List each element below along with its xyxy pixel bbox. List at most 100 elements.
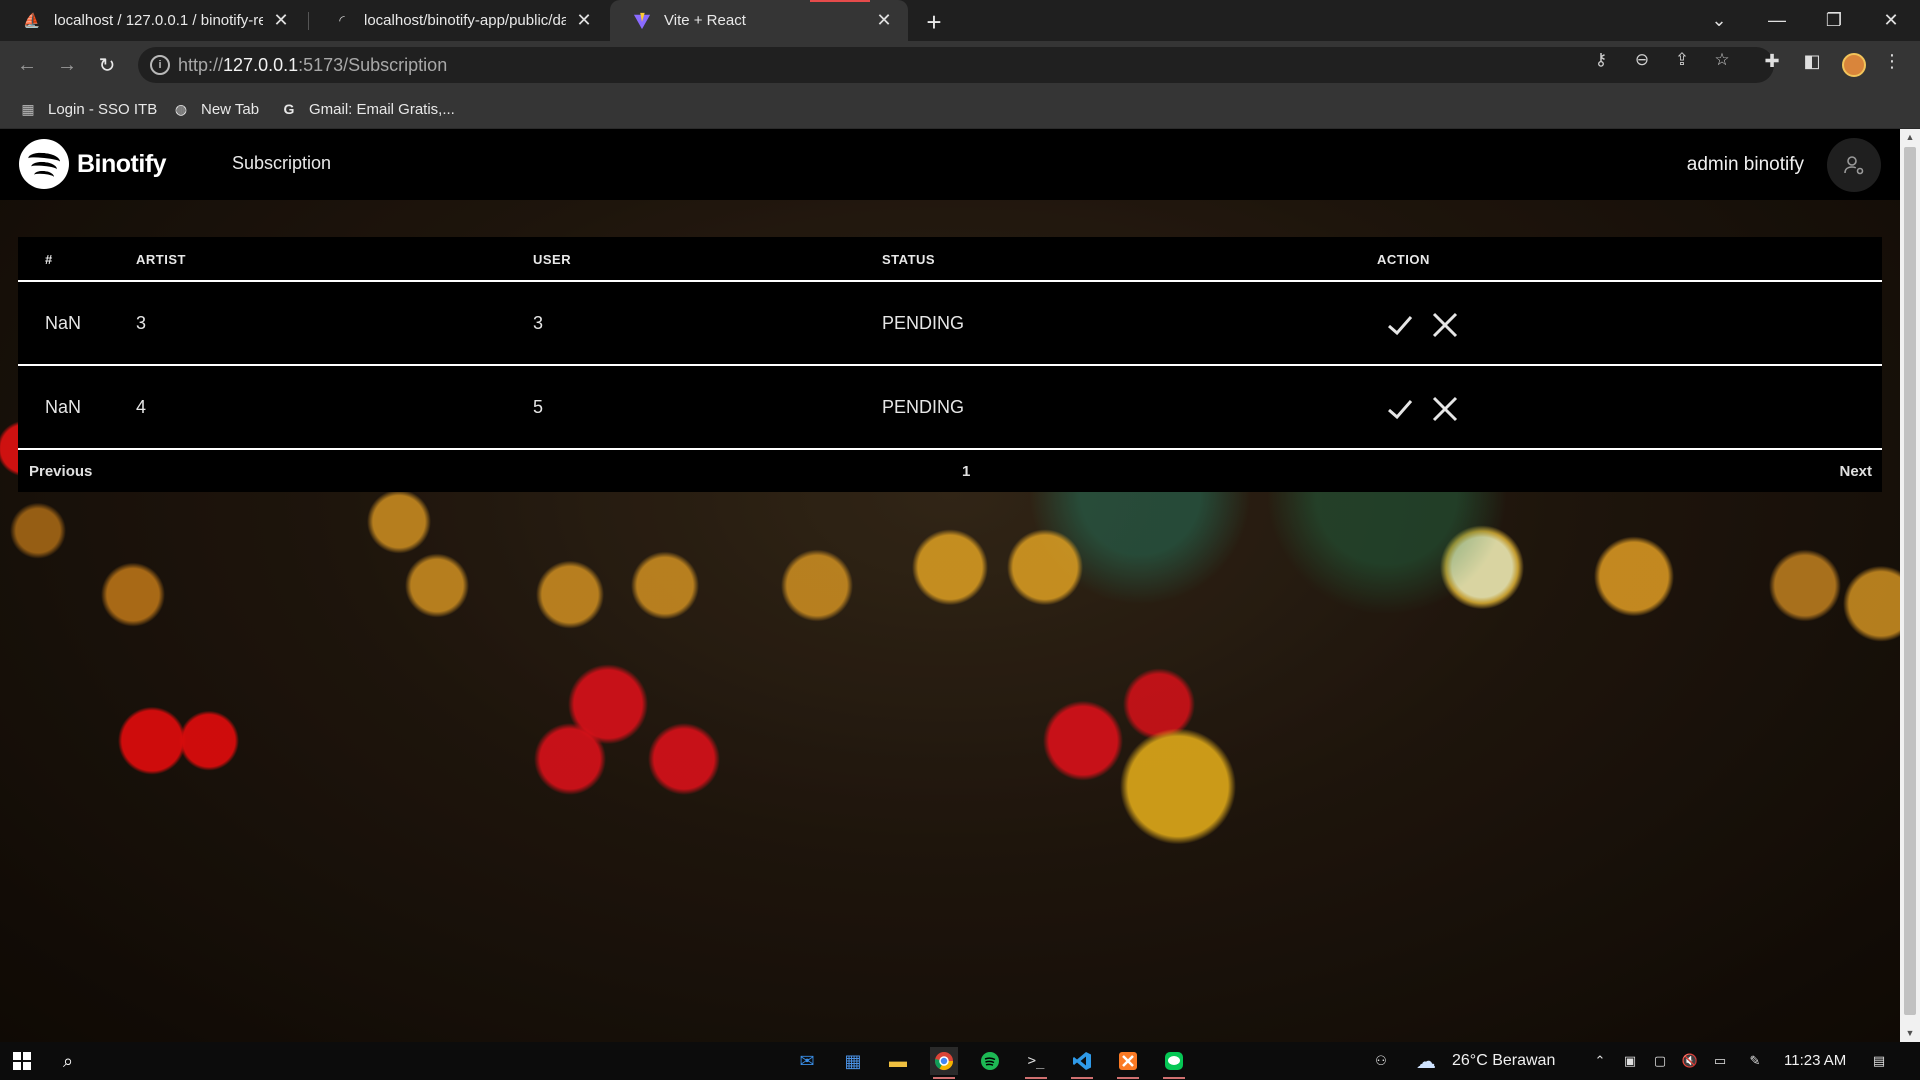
next-button[interactable]: Next [1839,463,1872,480]
reject-button[interactable] [1428,308,1462,342]
reject-button[interactable] [1428,392,1462,426]
url-path: :5173/Subscription [298,54,448,75]
table-header: # ARTIST USER STATUS ACTION [18,237,1882,282]
share-icon[interactable]: ⇪ [1671,49,1693,71]
approve-button[interactable] [1383,392,1417,426]
line-icon[interactable] [1160,1047,1188,1079]
user-avatar-button[interactable] [1827,138,1881,192]
bookmark-new-tab[interactable]: ◍ New Tab [171,97,259,121]
minimize-button[interactable]: — [1748,0,1806,41]
extensions-icon[interactable]: ✚ [1760,49,1784,73]
vite-icon [632,11,652,31]
bookmarks-bar: ▦ Login - SSO ITB ◍ New Tab G Gmail: Ema… [0,89,1920,129]
search-icon[interactable]: ⌕ [54,1047,82,1075]
weather-cloud-icon[interactable]: ☁ [1412,1047,1440,1075]
scroll-up-icon[interactable]: ▲ [1904,131,1916,143]
display-icon[interactable]: ▢ [1651,1052,1669,1070]
bookmark-gmail[interactable]: G Gmail: Email Gratis,... [279,97,455,121]
site-info-icon[interactable]: i [150,55,170,75]
running-indicator [1163,1077,1185,1079]
column-header-user: USER [533,252,572,267]
forward-button[interactable]: → [53,51,81,79]
restore-button[interactable]: ❐ [1805,0,1863,41]
volume-muted-icon[interactable]: 🔇 [1681,1052,1699,1070]
terminal-icon[interactable]: >_ [1022,1047,1050,1079]
table-row: NaN 3 3 PENDING [18,284,1882,366]
tab-divider [308,12,309,30]
close-x-icon [1432,312,1458,338]
spotify-icon[interactable] [976,1047,1004,1075]
address-bar[interactable]: i http://127.0.0.1:5173/Subscription [138,47,1774,83]
pen-icon[interactable]: ✎ [1746,1052,1764,1070]
tab-title: Vite + React [664,12,746,29]
key-icon[interactable]: ⚷ [1590,49,1612,71]
brand-name: Binotify [77,149,167,178]
clock-time[interactable]: 11:23 AM [1784,1052,1846,1069]
calendar-icon[interactable]: ▦ [839,1047,867,1075]
tab-vite-react[interactable]: Vite + React ✕ [610,0,908,41]
cell-user: 3 [533,313,544,333]
cell-status: PENDING [882,397,965,417]
checkmark-icon [1388,400,1413,420]
loading-spinner-icon: ◜ [339,12,345,28]
tab-title: localhost/binotify-app/public/da [364,12,566,29]
chrome-icon[interactable] [930,1047,958,1079]
close-x-icon [1432,396,1458,422]
bookmark-label: Login - SSO ITB [48,100,158,118]
windows-start-icon[interactable] [8,1047,36,1075]
tab-title: localhost / 127.0.0.1 / binotify-re [54,12,263,29]
column-header-id: # [45,252,53,267]
url-scheme: http:// [178,54,224,75]
cell-user: 5 [533,397,544,417]
zoom-icon[interactable]: ⊖ [1631,49,1653,71]
bookmark-label: Gmail: Email Gratis,... [309,100,455,118]
page-viewport: Binotify Subscription admin binotify # A… [0,129,1900,1042]
network-icon[interactable]: ▭ [1711,1052,1729,1070]
bookmark-sso-itb[interactable]: ▦ Login - SSO ITB [18,97,157,121]
phpmyadmin-icon: ⛵ [23,12,41,28]
tab-phpmyadmin[interactable]: ⛵ localhost / 127.0.0.1 / binotify-re ✕ [0,0,305,41]
page-number[interactable]: 1 [962,463,970,480]
table-row: NaN 4 5 PENDING [18,368,1882,450]
previous-button[interactable]: Previous [29,463,92,480]
browser-toolbar: ← → ↻ i http://127.0.0.1:5173/Subscripti… [0,41,1920,89]
chevron-up-icon[interactable]: ⌃ [1591,1052,1609,1070]
tab-search-icon[interactable]: ⌄ [1690,0,1748,41]
xampp-icon[interactable] [1114,1047,1142,1079]
close-icon[interactable]: ✕ [271,10,291,31]
google-icon: G [283,101,295,117]
file-explorer-icon[interactable]: ▬ [884,1047,912,1075]
windows-taskbar: ⌕ ✉ ▦ ▬ >_ ⚇ ☁ 26°C Berawan ⌃ ▣ ▢ 🔇 ▭ ✎ … [0,1042,1920,1080]
window-close-button[interactable]: ✕ [1862,0,1920,41]
cell-artist: 4 [136,397,147,417]
close-icon[interactable]: ✕ [874,10,894,31]
mail-icon[interactable]: ✉ [793,1047,821,1075]
cell-id: NaN [45,313,82,333]
meet-icon[interactable]: ▣ [1621,1052,1639,1070]
globe-icon: ◍ [174,100,188,117]
bookmark-star-icon[interactable]: ☆ [1711,49,1733,71]
column-header-status: STATUS [882,252,936,267]
weather-text[interactable]: 26°C Berawan [1452,1052,1555,1070]
tab-binotify-public[interactable]: ◜ localhost/binotify-app/public/da ✕ [310,0,608,41]
menu-icon[interactable]: ⋮ [1880,49,1904,73]
profile-avatar[interactable] [1842,53,1866,77]
vscode-icon[interactable] [1068,1047,1096,1079]
side-panel-icon[interactable]: ◧ [1800,49,1824,73]
username-label: admin binotify [1686,154,1804,175]
close-icon[interactable]: ✕ [574,10,594,31]
column-header-action: ACTION [1377,252,1430,267]
page-scrollbar[interactable]: ▲ ▼ [1900,129,1920,1042]
cell-status: PENDING [882,313,965,333]
scrollbar-thumb[interactable] [1904,147,1916,1015]
people-icon[interactable]: ⚇ [1372,1052,1390,1070]
back-button[interactable]: ← [13,51,41,79]
loading-indicator [810,0,870,2]
nav-link-subscription[interactable]: Subscription [232,153,331,174]
new-tab-button[interactable]: + [920,7,948,37]
reload-button[interactable]: ↻ [93,51,121,79]
notifications-icon[interactable]: ▤ [1870,1052,1888,1070]
approve-button[interactable] [1383,308,1417,342]
scroll-down-icon[interactable]: ▼ [1904,1027,1916,1039]
brand-logo[interactable]: Binotify [19,139,167,189]
